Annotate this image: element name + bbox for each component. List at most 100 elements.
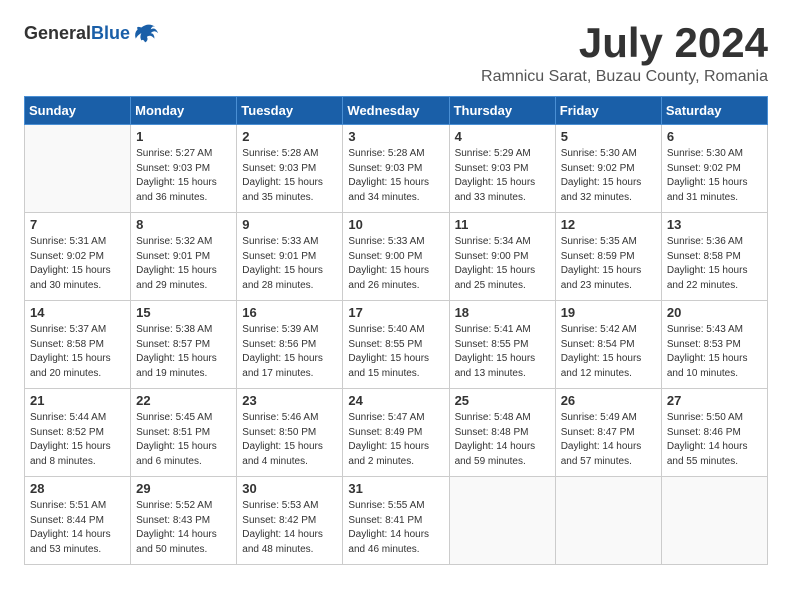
calendar-cell (449, 477, 555, 565)
calendar-week-row-2: 7 Sunrise: 5:31 AM Sunset: 9:02 PM Daylig… (25, 213, 768, 301)
day-number: 10 (348, 217, 443, 232)
day-number: 30 (242, 481, 337, 496)
title-area: July 2024 Ramnicu Sarat, Buzau County, R… (481, 20, 768, 86)
day-number: 23 (242, 393, 337, 408)
calendar-header-sunday: Sunday (25, 97, 131, 125)
calendar-cell: 30Sunrise: 5:53 AM Sunset: 8:42 PM Dayli… (237, 477, 343, 565)
calendar-cell: 4 Sunrise: 5:29 AM Sunset: 9:03 PM Daylig… (449, 125, 555, 213)
day-number: 21 (30, 393, 125, 408)
day-info: Sunrise: 5:43 AM Sunset: 8:53 PM Dayligh… (667, 323, 762, 381)
day-number: 11 (455, 217, 550, 232)
day-number: 13 (667, 217, 762, 232)
month-year-title: July 2024 (481, 20, 768, 66)
day-info: Sunrise: 5:45 AM Sunset: 8:51 PM Dayligh… (136, 411, 231, 469)
calendar-cell (25, 125, 131, 213)
calendar-cell (555, 477, 661, 565)
day-info: Sunrise: 5:46 AM Sunset: 8:50 PM Dayligh… (242, 411, 337, 469)
day-info: Sunrise: 5:42 AM Sunset: 8:54 PM Dayligh… (561, 323, 656, 381)
calendar-cell (661, 477, 767, 565)
calendar-cell: 10 Sunrise: 5:33 AM Sunset: 9:00 PM Dayli… (343, 213, 449, 301)
calendar-cell: 18Sunrise: 5:41 AM Sunset: 8:55 PM Dayli… (449, 301, 555, 389)
calendar-cell: 3 Sunrise: 5:28 AM Sunset: 9:03 PM Daylig… (343, 125, 449, 213)
day-number: 9 (242, 217, 337, 232)
calendar-week-row-1: 1Sunrise: 5:27 AM Sunset: 9:03 PM Daylig… (25, 125, 768, 213)
logo-general-text: General (24, 23, 91, 43)
calendar-cell: 25 Sunrise: 5:48 AM Sunset: 8:48 PM Dayli… (449, 389, 555, 477)
day-info: Sunrise: 5:28 AM Sunset: 9:03 PM Dayligh… (242, 147, 337, 205)
calendar-cell: 23 Sunrise: 5:46 AM Sunset: 8:50 PM Dayli… (237, 389, 343, 477)
day-info: Sunrise: 5:51 AM Sunset: 8:44 PM Dayligh… (30, 499, 125, 557)
day-number: 7 (30, 217, 125, 232)
day-info: Sunrise: 5:52 AM Sunset: 8:43 PM Dayligh… (136, 499, 231, 557)
day-info: Sunrise: 5:33 AM Sunset: 9:01 PM Dayligh… (242, 235, 337, 293)
day-number: 8 (136, 217, 231, 232)
day-info: Sunrise: 5:36 AM Sunset: 8:58 PM Dayligh… (667, 235, 762, 293)
calendar-cell: 27 Sunrise: 5:50 AM Sunset: 8:46 PM Dayli… (661, 389, 767, 477)
day-info: Sunrise: 5:29 AM Sunset: 9:03 PM Dayligh… (455, 147, 550, 205)
day-info: Sunrise: 5:37 AM Sunset: 8:58 PM Dayligh… (30, 323, 125, 381)
day-number: 27 (667, 393, 762, 408)
day-number: 26 (561, 393, 656, 408)
calendar-week-row-3: 14 Sunrise: 5:37 AM Sunset: 8:58 PM Dayli… (25, 301, 768, 389)
day-info: Sunrise: 5:47 AM Sunset: 8:49 PM Dayligh… (348, 411, 443, 469)
day-info: Sunrise: 5:39 AM Sunset: 8:56 PM Dayligh… (242, 323, 337, 381)
day-number: 29 (136, 481, 231, 496)
calendar-header-friday: Friday (555, 97, 661, 125)
day-number: 16 (242, 305, 337, 320)
calendar-cell: 7 Sunrise: 5:31 AM Sunset: 9:02 PM Daylig… (25, 213, 131, 301)
day-info: Sunrise: 5:48 AM Sunset: 8:48 PM Dayligh… (455, 411, 550, 469)
calendar-cell: 28Sunrise: 5:51 AM Sunset: 8:44 PM Dayli… (25, 477, 131, 565)
header: GeneralBlue July 2024 Ramnicu Sarat, Buz… (24, 20, 768, 86)
calendar-cell: 16 Sunrise: 5:39 AM Sunset: 8:56 PM Dayli… (237, 301, 343, 389)
day-info: Sunrise: 5:50 AM Sunset: 8:46 PM Dayligh… (667, 411, 762, 469)
calendar-cell: 12 Sunrise: 5:35 AM Sunset: 8:59 PM Dayli… (555, 213, 661, 301)
calendar-table: SundayMondayTuesdayWednesdayThursdayFrid… (24, 96, 768, 565)
calendar-header-thursday: Thursday (449, 97, 555, 125)
day-info: Sunrise: 5:34 AM Sunset: 9:00 PM Dayligh… (455, 235, 550, 293)
calendar-header-saturday: Saturday (661, 97, 767, 125)
calendar-cell: 20Sunrise: 5:43 AM Sunset: 8:53 PM Dayli… (661, 301, 767, 389)
day-info: Sunrise: 5:30 AM Sunset: 9:02 PM Dayligh… (561, 147, 656, 205)
calendar-cell: 14 Sunrise: 5:37 AM Sunset: 8:58 PM Dayli… (25, 301, 131, 389)
calendar-cell: 19 Sunrise: 5:42 AM Sunset: 8:54 PM Dayli… (555, 301, 661, 389)
calendar-cell: 21 Sunrise: 5:44 AM Sunset: 8:52 PM Dayli… (25, 389, 131, 477)
day-number: 14 (30, 305, 125, 320)
day-info: Sunrise: 5:32 AM Sunset: 9:01 PM Dayligh… (136, 235, 231, 293)
calendar-cell: 22 Sunrise: 5:45 AM Sunset: 8:51 PM Dayli… (131, 389, 237, 477)
calendar-cell: 24Sunrise: 5:47 AM Sunset: 8:49 PM Dayli… (343, 389, 449, 477)
day-info: Sunrise: 5:33 AM Sunset: 9:00 PM Dayligh… (348, 235, 443, 293)
calendar-cell: 31 Sunrise: 5:55 AM Sunset: 8:41 PM Dayli… (343, 477, 449, 565)
calendar-cell: 5Sunrise: 5:30 AM Sunset: 9:02 PM Daylig… (555, 125, 661, 213)
day-info: Sunrise: 5:35 AM Sunset: 8:59 PM Dayligh… (561, 235, 656, 293)
day-info: Sunrise: 5:49 AM Sunset: 8:47 PM Dayligh… (561, 411, 656, 469)
calendar-cell: 8 Sunrise: 5:32 AM Sunset: 9:01 PM Daylig… (131, 213, 237, 301)
day-number: 15 (136, 305, 231, 320)
calendar-cell: 9 Sunrise: 5:33 AM Sunset: 9:01 PM Daylig… (237, 213, 343, 301)
day-info: Sunrise: 5:41 AM Sunset: 8:55 PM Dayligh… (455, 323, 550, 381)
calendar-header-wednesday: Wednesday (343, 97, 449, 125)
calendar-cell: 6Sunrise: 5:30 AM Sunset: 9:02 PM Daylig… (661, 125, 767, 213)
day-number: 19 (561, 305, 656, 320)
day-info: Sunrise: 5:44 AM Sunset: 8:52 PM Dayligh… (30, 411, 125, 469)
day-info: Sunrise: 5:31 AM Sunset: 9:02 PM Dayligh… (30, 235, 125, 293)
day-info: Sunrise: 5:40 AM Sunset: 8:55 PM Dayligh… (348, 323, 443, 381)
day-info: Sunrise: 5:27 AM Sunset: 9:03 PM Dayligh… (136, 147, 231, 205)
day-number: 12 (561, 217, 656, 232)
day-number: 25 (455, 393, 550, 408)
calendar-header-tuesday: Tuesday (237, 97, 343, 125)
calendar-cell: 2 Sunrise: 5:28 AM Sunset: 9:03 PM Daylig… (237, 125, 343, 213)
day-number: 3 (348, 129, 443, 144)
calendar-cell: 17Sunrise: 5:40 AM Sunset: 8:55 PM Dayli… (343, 301, 449, 389)
calendar-cell: 1Sunrise: 5:27 AM Sunset: 9:03 PM Daylig… (131, 125, 237, 213)
day-number: 31 (348, 481, 443, 496)
day-info: Sunrise: 5:55 AM Sunset: 8:41 PM Dayligh… (348, 499, 443, 557)
day-number: 22 (136, 393, 231, 408)
day-info: Sunrise: 5:28 AM Sunset: 9:03 PM Dayligh… (348, 147, 443, 205)
calendar-week-row-5: 28Sunrise: 5:51 AM Sunset: 8:44 PM Dayli… (25, 477, 768, 565)
calendar-cell: 13 Sunrise: 5:36 AM Sunset: 8:58 PM Dayli… (661, 213, 767, 301)
day-number: 2 (242, 129, 337, 144)
day-number: 4 (455, 129, 550, 144)
calendar-header-row: SundayMondayTuesdayWednesdayThursdayFrid… (25, 97, 768, 125)
day-number: 6 (667, 129, 762, 144)
calendar-cell: 29 Sunrise: 5:52 AM Sunset: 8:43 PM Dayli… (131, 477, 237, 565)
